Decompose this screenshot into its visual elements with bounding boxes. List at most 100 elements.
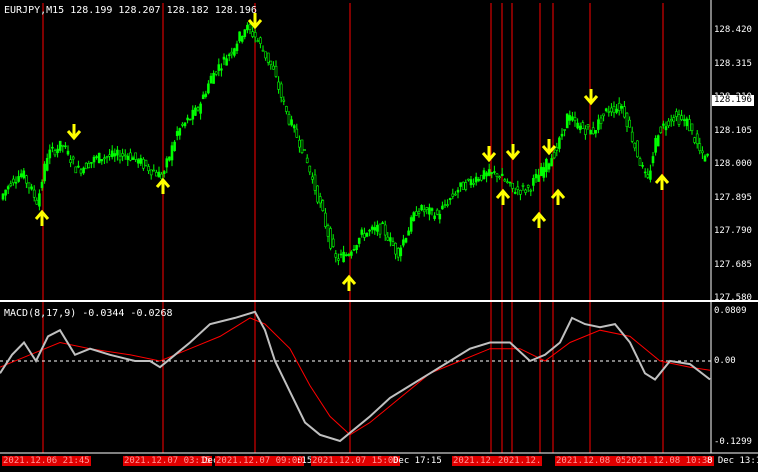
- candle-body-214: [555, 147, 559, 151]
- candle-body-48: [123, 154, 127, 157]
- candle-body-54: [139, 158, 143, 164]
- candle-body-172: [446, 204, 449, 206]
- candle-body-111: [287, 113, 291, 125]
- candle-body-10: [25, 175, 28, 184]
- candle-body-118: [305, 157, 309, 163]
- candle-body-140: [363, 233, 366, 238]
- candle-body-253: [656, 135, 660, 147]
- buy-arrow-icon-8: [155, 177, 171, 194]
- candle-body-137: [355, 245, 358, 251]
- candle-body-139: [360, 229, 364, 235]
- candle-body-203: [526, 184, 530, 188]
- candle-body-186: [482, 170, 486, 179]
- sell-arrow-icon-4: [505, 144, 521, 161]
- candle-body-248: [643, 171, 647, 174]
- candle-body-127: [329, 228, 332, 249]
- candle-body-60: [155, 172, 158, 177]
- candle-body-230: [597, 119, 600, 130]
- candle-body-166: [430, 208, 434, 211]
- candle-body-260: [675, 111, 678, 117]
- time-label: 2021.12.: [452, 456, 498, 466]
- candle-body-211: [547, 163, 551, 170]
- buy-arrow-icon-10: [495, 188, 511, 205]
- macd-level-label: 0.0809: [714, 306, 747, 316]
- candle-body-244: [633, 142, 637, 149]
- candle-body-136: [352, 249, 356, 251]
- candle-body-251: [651, 156, 655, 164]
- candle-body-44: [113, 153, 117, 157]
- candle-body-62: [160, 173, 163, 180]
- candle-body-37: [95, 156, 98, 158]
- candle-body-22: [56, 148, 59, 154]
- candle-body-174: [451, 193, 455, 197]
- buy-arrow-icon-13: [654, 173, 670, 190]
- buy-arrow-icon-12: [550, 188, 566, 205]
- candle-body-159: [412, 212, 416, 222]
- candle-body-208: [539, 166, 543, 176]
- candle-body-5: [12, 178, 15, 183]
- candle-body-188: [487, 169, 491, 176]
- candle-body-65: [168, 156, 171, 161]
- candle-body-144: [373, 227, 377, 231]
- candle-body-146: [378, 223, 382, 235]
- candle-body-61: [157, 171, 161, 178]
- candle-body-78: [201, 94, 205, 100]
- candle-body-149: [386, 236, 390, 241]
- candle-body-81: [209, 75, 213, 84]
- candle-body-32: [82, 167, 85, 174]
- candle-body-59: [152, 169, 156, 172]
- time-label: 2021.12.08 10:30: [625, 456, 714, 466]
- candle-body-43: [110, 150, 114, 158]
- candle-body-246: [638, 158, 642, 166]
- candle-body-217: [563, 129, 566, 131]
- candle-body-11: [27, 182, 31, 189]
- candle-body-40: [103, 157, 106, 160]
- candle-body-192: [498, 176, 501, 179]
- candle-body-121: [313, 174, 317, 191]
- candle-body-167: [433, 215, 436, 219]
- candle-body-154: [399, 247, 403, 257]
- candle-body-72: [186, 117, 189, 121]
- candle-body-29: [74, 166, 78, 174]
- candle-body-122: [316, 185, 319, 203]
- price-label: 128.000: [714, 159, 752, 169]
- candle-body-15: [38, 193, 41, 207]
- candle-body-170: [441, 205, 444, 210]
- candle-body-245: [636, 140, 639, 158]
- symbol-header: EURJPY,M15 128.199 128.207 128.182 128.1…: [4, 5, 257, 17]
- candle-body-94: [243, 29, 247, 37]
- candle-body-68: [175, 131, 179, 137]
- candle-body-267: [693, 137, 696, 143]
- candle-body-112: [290, 119, 293, 126]
- candle-body-108: [279, 83, 283, 98]
- candle-body-9: [22, 170, 26, 179]
- candle-body-19: [48, 149, 52, 159]
- candle-body-148: [383, 224, 387, 236]
- candle-body-117: [303, 149, 306, 151]
- candle-body-82: [212, 72, 215, 84]
- candle-body-252: [654, 138, 657, 153]
- candle-body-46: [118, 155, 122, 161]
- price-label: 127.580: [714, 293, 752, 303]
- candle-body-223: [578, 125, 582, 131]
- candle-body-1: [1, 193, 5, 200]
- candle-body-75: [194, 107, 197, 116]
- candle-body-207: [537, 174, 540, 182]
- candle-body-151: [391, 241, 395, 246]
- candle-body-238: [617, 102, 621, 111]
- candle-body-155: [402, 239, 405, 246]
- candle-body-157: [407, 230, 410, 236]
- candle-body-262: [680, 115, 683, 120]
- candle-body-95: [246, 24, 249, 31]
- candle-body-199: [516, 186, 520, 190]
- candle-body-221: [573, 117, 577, 122]
- candle-body-258: [669, 119, 673, 122]
- candle-body-229: [594, 130, 598, 134]
- candle-body-76: [196, 107, 200, 111]
- candle-body-85: [220, 68, 223, 71]
- chart-canvas[interactable]: [0, 0, 758, 472]
- candle-body-220: [571, 116, 574, 121]
- candle-body-97: [251, 31, 254, 37]
- candle-body-254: [659, 126, 663, 133]
- candle-body-53: [136, 159, 140, 164]
